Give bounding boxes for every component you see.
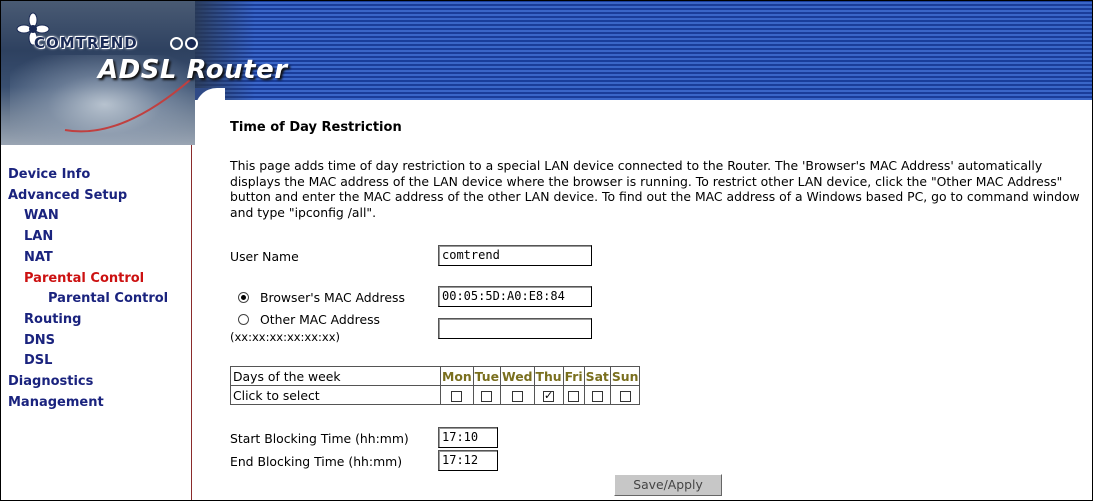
browser-mac-label: Browser's MAC Address (260, 290, 405, 305)
days-table: Days of the week Mon Tue Wed Thu Fri Sat… (230, 366, 641, 405)
sidebar-item-dsl[interactable]: DSL (0, 351, 190, 372)
day-checkbox-fri[interactable] (568, 390, 580, 402)
product-title: ADSL Router (98, 55, 288, 85)
day-checkbox-wed[interactable] (511, 390, 523, 402)
page-title: Time of Day Restriction (230, 120, 402, 135)
user-name-label: User Name (230, 249, 299, 264)
brand-logo-text: COMTREND (34, 34, 138, 52)
day-header-tue: Tue (472, 366, 502, 386)
browser-mac-input[interactable]: 00:05:5D:A0:E8:84 (438, 286, 592, 307)
sidebar-item-dns[interactable]: DNS (0, 331, 190, 352)
mac-format-hint: (xx:xx:xx:xx:xx:xx) (230, 330, 341, 344)
day-header-wed: Wed (500, 366, 535, 386)
day-checkbox-mon[interactable] (451, 390, 463, 402)
days-select-row: Click to select (230, 385, 641, 405)
other-mac-radio[interactable] (238, 314, 249, 325)
day-header-fri: Fri (562, 366, 585, 386)
click-to-select-label: Click to select (230, 385, 441, 405)
day-header-thu: Thu (533, 366, 564, 386)
sidebar-item-lan[interactable]: LAN (0, 227, 190, 248)
save-apply-button[interactable]: Save/Apply (614, 474, 722, 496)
sidebar-item-diagnostics[interactable]: Diagnostics (0, 372, 190, 393)
start-time-input[interactable]: 17:10 (438, 427, 498, 448)
end-time-label: End Blocking Time (hh:mm) (230, 454, 403, 469)
other-mac-input[interactable] (438, 318, 592, 339)
browser-mac-radio[interactable] (238, 292, 249, 303)
days-header-row: Days of the week Mon Tue Wed Thu Fri Sat… (230, 366, 641, 386)
end-time-input[interactable]: 17:12 (438, 450, 498, 471)
sidebar-item-nat[interactable]: NAT (0, 248, 190, 269)
sidebar-item-parental-control[interactable]: Parental Control (0, 269, 190, 290)
day-checkbox-tue[interactable] (481, 390, 493, 402)
sidebar-item-parental-control-sub[interactable]: Parental Control (0, 289, 190, 310)
sidebar-item-management[interactable]: Management (0, 393, 190, 414)
page-description: This page adds time of day restriction t… (230, 158, 1080, 220)
header-banner: COMTREND ADSL Router (0, 0, 1093, 145)
day-header-sun: Sun (609, 366, 641, 386)
header-stripes (195, 0, 1093, 100)
sidebar-nav: Device Info Advanced Setup WAN LAN NAT Parent… (0, 165, 190, 413)
days-of-week-label: Days of the week (230, 366, 441, 386)
day-header-mon: Mon (440, 366, 474, 386)
sidebar: Device Info Advanced Setup WAN LAN NAT Parent… (0, 145, 192, 501)
sidebar-item-routing[interactable]: Routing (0, 310, 190, 331)
user-name-input[interactable]: comtrend (438, 245, 592, 266)
other-mac-label: Other MAC Address (260, 312, 381, 327)
brand-dots-icon (170, 37, 200, 54)
day-checkbox-thu[interactable] (543, 389, 555, 402)
sidebar-item-advanced-setup[interactable]: Advanced Setup (0, 186, 190, 207)
day-checkbox-sun[interactable] (619, 390, 631, 402)
day-header-sat: Sat (583, 366, 611, 386)
sidebar-item-wan[interactable]: WAN (0, 206, 190, 227)
day-checkbox-sat[interactable] (591, 390, 603, 402)
start-time-label: Start Blocking Time (hh:mm) (230, 431, 409, 446)
sidebar-item-device-info[interactable]: Device Info (0, 165, 190, 186)
